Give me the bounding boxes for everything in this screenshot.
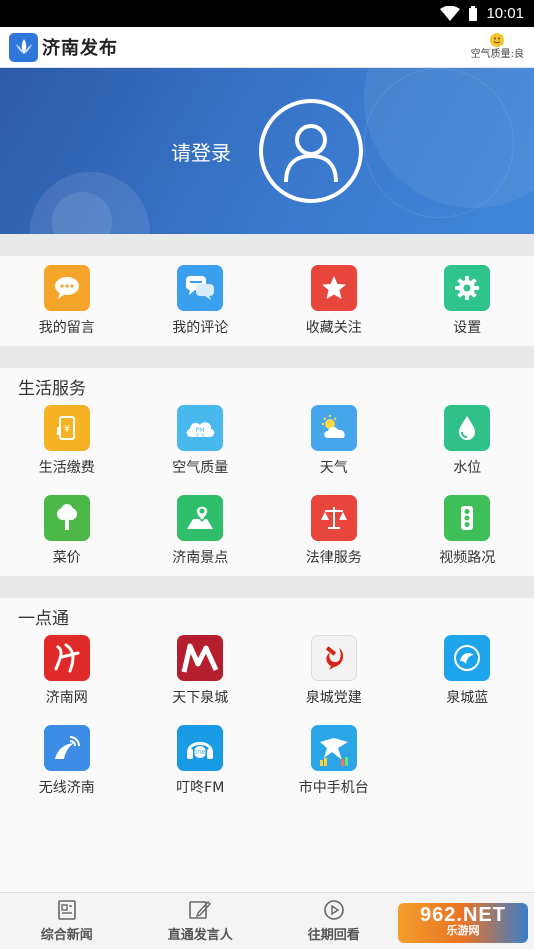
quick-actions: 我的留言 我的评论 收藏关注 设置 [0,256,534,346]
app-bar: 济南发布 空气质量:良 [0,27,534,68]
scales-icon [310,495,357,541]
service-legal[interactable]: 法律服务 [267,486,401,576]
jinan-net-icon [43,635,90,681]
section-divider [0,346,534,368]
section-title: 一点通 [18,609,69,629]
life-services-section: 生活服务 ¥ 生活缴费 PM 2.5 空气质量 天气 水位 菜价 济南景点 法律… [0,368,534,576]
app-quancheng-blue[interactable]: 泉城蓝 [401,626,534,716]
service-traffic-video[interactable]: 视频路况 [401,486,534,576]
bottom-tab-bar: 综合新闻 直通发言人 往期回看 962.NET 乐游网 [0,892,534,949]
service-jinan-attractions[interactable]: 济南景点 [134,486,268,576]
my-comments-label: 我的评论 [172,320,229,336]
smiley-icon [490,33,505,47]
service-label: 空气质量 [172,460,229,476]
app-title: 济南发布 [42,38,118,59]
gear-icon [444,265,491,311]
favorites-button[interactable]: 收藏关注 [267,265,401,337]
tab-past-review[interactable]: 往期回看 [267,893,401,949]
section-divider [0,234,534,256]
app-logo-icon [9,32,38,62]
weather-icon [310,405,357,451]
service-label: 水位 [453,460,482,476]
app-shizhong-tv[interactable]: 市中手机台 [267,716,401,806]
app-wireless-jinan[interactable]: 无线济南 [0,716,134,806]
settings-button[interactable]: 设置 [401,265,534,337]
section-title: 生活服务 [18,379,86,399]
app-label: 泉城党建 [305,690,362,706]
settings-label: 设置 [453,320,482,336]
my-messages-button[interactable]: 我的留言 [0,265,134,337]
login-area[interactable]: 请登录 [171,99,363,203]
status-bar: 10:01 [0,0,534,27]
water-drop-icon [444,405,491,451]
svg-text:2.5: 2.5 [195,433,205,440]
tab-label: 综合新闻 [40,928,93,943]
service-label: 天气 [319,460,348,476]
watermark-logo: 962.NET 乐游网 [398,903,528,943]
service-label: 视频路况 [439,550,496,566]
edit-icon [189,900,212,919]
app-quancheng-party[interactable]: 泉城党建 [267,626,401,716]
service-vegetable-price[interactable]: 菜价 [0,486,134,576]
app-label: 天下泉城 [172,690,229,706]
app-label: 市中手机台 [298,780,369,796]
app-label: 济南网 [45,690,88,706]
map-pin-icon [177,495,224,541]
news-doc-icon [57,900,76,920]
air-quality-text: 空气质量:良 [470,49,524,60]
app-label: 泉城蓝 [446,690,489,706]
app-label: 叮咚FM [176,780,225,796]
party-emblem-icon [310,635,357,681]
service-label: 菜价 [52,550,81,566]
svg-text:0708: 0708 [194,750,207,756]
play-circle-icon [323,900,344,920]
app-dingdong-fm[interactable]: 0708 叮咚FM [134,716,268,806]
vegetable-icon [43,495,90,541]
avatar-icon[interactable] [259,99,363,203]
wifi-icon [440,5,461,21]
wireless-jinan-icon [43,725,90,771]
tab-label: 直通发言人 [167,928,233,943]
tab-label: 往期回看 [307,928,360,943]
favorites-label: 收藏关注 [305,320,362,336]
air-quality-indicator[interactable]: 空气质量:良 [471,33,524,61]
svg-text:¥: ¥ [64,424,70,435]
quancheng-blue-icon [444,635,491,681]
service-bill-payment[interactable]: ¥ 生活缴费 [0,396,134,486]
comment-icon [177,265,224,311]
pm25-cloud-icon: PM 2.5 [177,405,224,451]
watermark-subtext: 乐游网 [446,925,480,937]
battery-icon [469,5,478,21]
tab-spokesperson[interactable]: 直通发言人 [134,893,268,949]
one-point-section: 一点通 济南网 天下泉城 泉城党建 泉城蓝 无线济南 0708 叮咚FM 市中手… [0,598,534,892]
app-label: 无线济南 [38,780,95,796]
chat-bubble-icon [43,265,90,311]
service-label: 济南景点 [172,550,229,566]
clock: 10:01 [486,5,524,22]
dingdong-fm-icon: 0708 [177,725,224,771]
bill-payment-icon: ¥ [43,405,90,451]
tianxia-quancheng-icon [177,635,224,681]
service-label: 法律服务 [305,550,362,566]
traffic-light-icon [444,495,491,541]
section-divider [0,576,534,598]
star-icon [310,265,357,311]
decor-circle [364,68,514,218]
service-weather[interactable]: 天气 [267,396,401,486]
shizhong-tv-icon [310,725,357,771]
login-banner[interactable]: 请登录 [0,68,534,234]
watermark-text: 962.NET [420,904,506,926]
my-comments-button[interactable]: 我的评论 [134,265,268,337]
my-messages-label: 我的留言 [38,320,95,336]
tab-general-news[interactable]: 综合新闻 [0,893,134,949]
service-water-level[interactable]: 水位 [401,396,534,486]
brand: 济南发布 [9,32,118,62]
login-text[interactable]: 请登录 [171,137,231,166]
service-air-quality[interactable]: PM 2.5 空气质量 [134,396,268,486]
service-label: 生活缴费 [38,460,95,476]
app-tianxia-quancheng[interactable]: 天下泉城 [134,626,268,716]
app-jinan-net[interactable]: 济南网 [0,626,134,716]
